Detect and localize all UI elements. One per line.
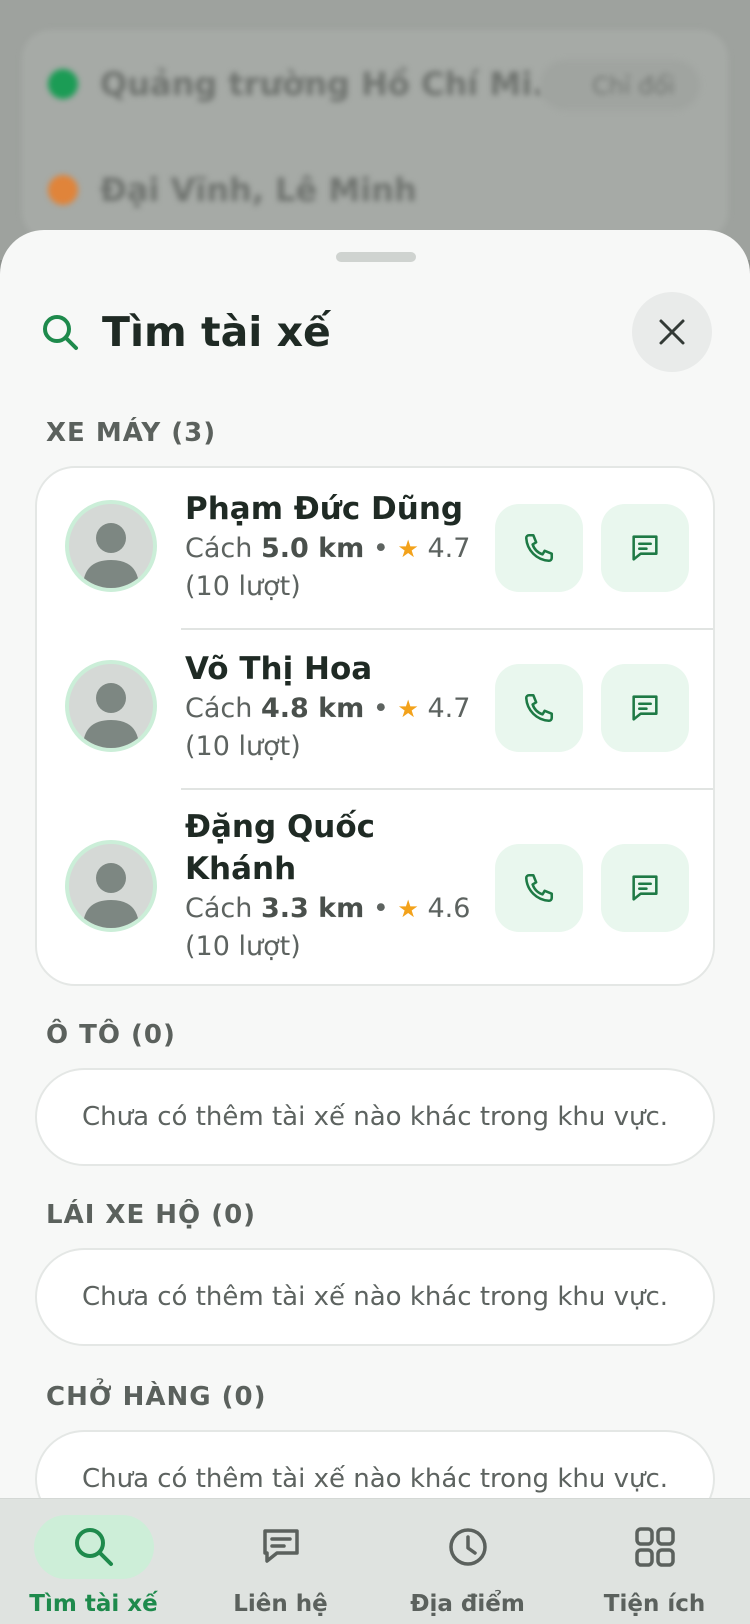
destination-dot-icon (48, 175, 78, 205)
distance-prefix: Cách (185, 893, 261, 924)
section-label-chauffeur: LÁI XE HỘ (0) (46, 1200, 257, 1230)
chat-icon (632, 875, 658, 901)
call-button[interactable] (495, 504, 583, 592)
driver-distance: 5.0 km (260, 533, 365, 564)
star-icon: ★ (397, 695, 419, 723)
star-icon: ★ (397, 535, 419, 563)
driver-rating: 4.7 (427, 533, 471, 564)
driver-row[interactable]: Võ Thị Hoa Cách 4.8 km • ★ 4.7 (10 lượt) (37, 628, 717, 788)
message-button[interactable] (601, 844, 689, 932)
section-label-motorbike: XE MÁY (3) (46, 418, 217, 448)
driver-meta: Cách 3.3 km • ★ 4.6 (185, 893, 471, 924)
driver-info: Đặng Quốc Khánh Cách 3.3 km • ★ 4.6 (10 l… (185, 806, 475, 966)
origin-text: Quảng trường Hồ Chí Mi... (100, 65, 569, 103)
chat-icon (263, 1529, 299, 1563)
driver-row[interactable]: Đặng Quốc Khánh Cách 3.3 km • ★ 4.6 (10 l… (37, 788, 717, 986)
origin-action-pill: Chỉ đổi (540, 60, 700, 110)
section-label-cargo: CHỞ HÀNG (0) (46, 1382, 267, 1412)
chauffeur-empty-card: Chưa có thêm tài xế nào khác trong khu v… (35, 1248, 715, 1346)
driver-trips: (10 lượt) (185, 571, 301, 602)
close-icon (659, 319, 685, 345)
distance-prefix: Cách (185, 693, 261, 724)
nav-label: Tiện ích (603, 1591, 706, 1617)
driver-name: Phạm Đức Dũng (185, 491, 464, 527)
destination-row: Đại Vĩnh, Lê Minh (48, 171, 417, 209)
nav-label: Địa điểm (410, 1591, 525, 1617)
nav-label: Tìm tài xế (29, 1591, 158, 1617)
clock-icon (449, 1528, 487, 1566)
empty-message: Chưa có thêm tài xế nào khác trong khu v… (81, 1464, 669, 1494)
origin-action-label: Chỉ đổi (592, 72, 675, 100)
chat-icon (632, 535, 658, 561)
chat-icon (632, 695, 658, 721)
origin-dot-icon (48, 69, 78, 99)
sheet-grabber[interactable] (336, 252, 416, 262)
bottom-nav: Tìm tài xế Liên hệ Địa điểm Tiện ích (0, 1498, 750, 1624)
person-icon (83, 683, 139, 748)
driver-info: Võ Thị Hoa Cách 4.8 km • ★ 4.7 (10 lượt) (185, 648, 475, 766)
destination-text: Đại Vĩnh, Lê Minh (100, 171, 417, 209)
find-driver-sheet: Tìm tài xế XE MÁY (3) Phạm Đức Dũng Cách… (0, 230, 750, 1624)
phone-icon (524, 693, 554, 723)
search-icon (43, 315, 78, 350)
driver-distance: 4.8 km (260, 693, 365, 724)
grid-icon (635, 1527, 675, 1567)
section-label-car: Ô TÔ (0) (46, 1020, 176, 1050)
message-button[interactable] (601, 664, 689, 752)
phone-icon (524, 533, 554, 563)
distance-prefix: Cách (185, 533, 261, 564)
nav-item-utilities[interactable]: Tiện ích (561, 1499, 748, 1624)
nav-item-places[interactable]: Địa điểm (374, 1499, 561, 1624)
motorbike-driver-list: Phạm Đức Dũng Cách 5.0 km • ★ 4.7 (10 lư… (35, 466, 715, 986)
nav-item-find-driver[interactable]: Tìm tài xế (0, 1499, 187, 1624)
driver-meta: Cách 4.8 km • ★ 4.7 (185, 693, 471, 724)
person-icon (83, 523, 139, 588)
driver-meta: Cách 5.0 km • ★ 4.7 (185, 533, 471, 564)
origin-row: Quảng trường Hồ Chí Mi... (48, 65, 569, 103)
driver-trips: (10 lượt) (185, 931, 301, 962)
phone-icon (524, 873, 554, 903)
empty-message: Chưa có thêm tài xế nào khác trong khu v… (81, 1102, 669, 1132)
search-icon (75, 1528, 113, 1566)
driver-row[interactable]: Phạm Đức Dũng Cách 5.0 km • ★ 4.7 (10 lư… (37, 468, 717, 628)
car-empty-card: Chưa có thêm tài xế nào khác trong khu v… (35, 1068, 715, 1166)
nav-label: Liên hệ (233, 1591, 328, 1617)
sheet-header: Tìm tài xế (40, 290, 712, 374)
avatar (65, 500, 157, 592)
nav-item-contacts[interactable]: Liên hệ (187, 1499, 374, 1624)
star-icon: ★ (397, 895, 419, 923)
driver-info: Phạm Đức Dũng Cách 5.0 km • ★ 4.7 (10 lư… (185, 488, 475, 606)
driver-name-line2: Khánh (185, 851, 297, 887)
empty-message: Chưa có thêm tài xế nào khác trong khu v… (81, 1282, 669, 1312)
driver-trips: (10 lượt) (185, 731, 301, 762)
avatar (65, 660, 157, 752)
driver-name: Võ Thị Hoa (185, 651, 373, 687)
driver-distance: 3.3 km (260, 893, 365, 924)
person-icon (83, 863, 139, 928)
driver-rating: 4.6 (427, 893, 471, 924)
driver-rating: 4.7 (427, 693, 471, 724)
call-button[interactable] (495, 664, 583, 752)
sheet-title: Tìm tài xế (102, 308, 331, 356)
avatar (65, 840, 157, 932)
close-button[interactable] (632, 292, 712, 372)
driver-name-line1: Đặng Quốc (185, 809, 376, 845)
message-button[interactable] (601, 504, 689, 592)
call-button[interactable] (495, 844, 583, 932)
driver-name: Đặng Quốc Khánh (185, 806, 475, 890)
